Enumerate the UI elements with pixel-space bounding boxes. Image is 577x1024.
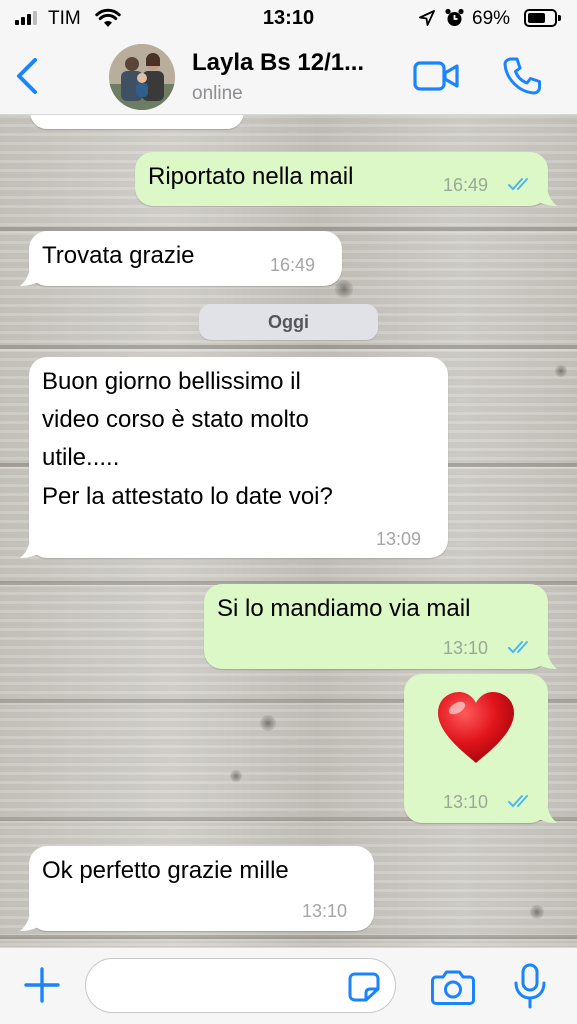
chat-header: Layla Bs 12/1... online	[0, 38, 577, 115]
message-time: 13:10	[443, 792, 489, 812]
message-bubble-outgoing[interactable]: 13:10	[404, 674, 557, 823]
message-text: Ok perfetto grazie mille	[42, 857, 289, 884]
sticker-icon[interactable]	[347, 971, 381, 1003]
chevron-left-icon[interactable]	[10, 54, 44, 98]
message-time: 16:49	[270, 255, 316, 275]
bubble-tail	[20, 536, 44, 558]
bubble-tail	[533, 647, 557, 669]
microphone-icon[interactable]	[512, 962, 548, 1010]
message-bubble-incoming[interactable]: Buon giorno bellissimo il video corso è …	[20, 357, 448, 558]
bubble-tail	[533, 184, 557, 206]
status-bar: TIM 13:10 69%	[0, 0, 577, 38]
chat-area[interactable]: Riportato nella mail 16:49 Trovata grazi…	[0, 115, 577, 947]
message-time: 13:09	[376, 529, 422, 549]
message-bubble-outgoing[interactable]: Riportato nella mail 16:49	[135, 152, 557, 206]
contact-status: online	[192, 83, 243, 104]
bubble-tail	[533, 801, 557, 823]
battery-icon	[524, 9, 561, 27]
date-separator: Oggi	[199, 304, 378, 340]
video-camera-icon[interactable]	[412, 58, 460, 94]
message-input-bar	[0, 947, 577, 1024]
contact-name[interactable]: Layla Bs 12/1...	[192, 49, 364, 77]
message-time: 13:10	[443, 638, 489, 658]
plus-icon[interactable]	[22, 965, 62, 1005]
message-bubble-outgoing[interactable]: Si lo mandiamo via mail 13:10	[204, 584, 557, 669]
message-text: Si lo mandiamo via mail	[217, 595, 471, 622]
message-text-line: video corso è stato molto	[42, 406, 309, 433]
location-arrow-icon	[419, 10, 435, 26]
heart-emoji-icon	[438, 692, 514, 763]
message-time: 13:10	[302, 901, 348, 921]
alarm-icon	[445, 8, 464, 26]
message-bubble-incoming[interactable]: Trovata grazie 16:49	[20, 231, 342, 286]
message-text: Trovata grazie	[42, 242, 195, 269]
message-text-line: Per la attestato lo date voi?	[42, 483, 333, 510]
phone-icon[interactable]	[500, 54, 544, 98]
message-text: Riportato nella mail	[148, 163, 354, 190]
message-text-line: Buon giorno bellissimo il	[42, 368, 301, 395]
battery-percentage: 69%	[472, 8, 511, 29]
bubble-tail	[20, 264, 44, 286]
camera-icon[interactable]	[430, 968, 476, 1006]
message-time: 16:49	[443, 175, 489, 195]
bubble-tail	[20, 909, 44, 931]
message-text-line: utile.....	[42, 444, 120, 471]
message-bubble-incoming[interactable]: Ok perfetto grazie mille 13:10	[20, 846, 374, 931]
avatar[interactable]	[109, 44, 175, 110]
message-bubble-partial	[30, 115, 244, 129]
